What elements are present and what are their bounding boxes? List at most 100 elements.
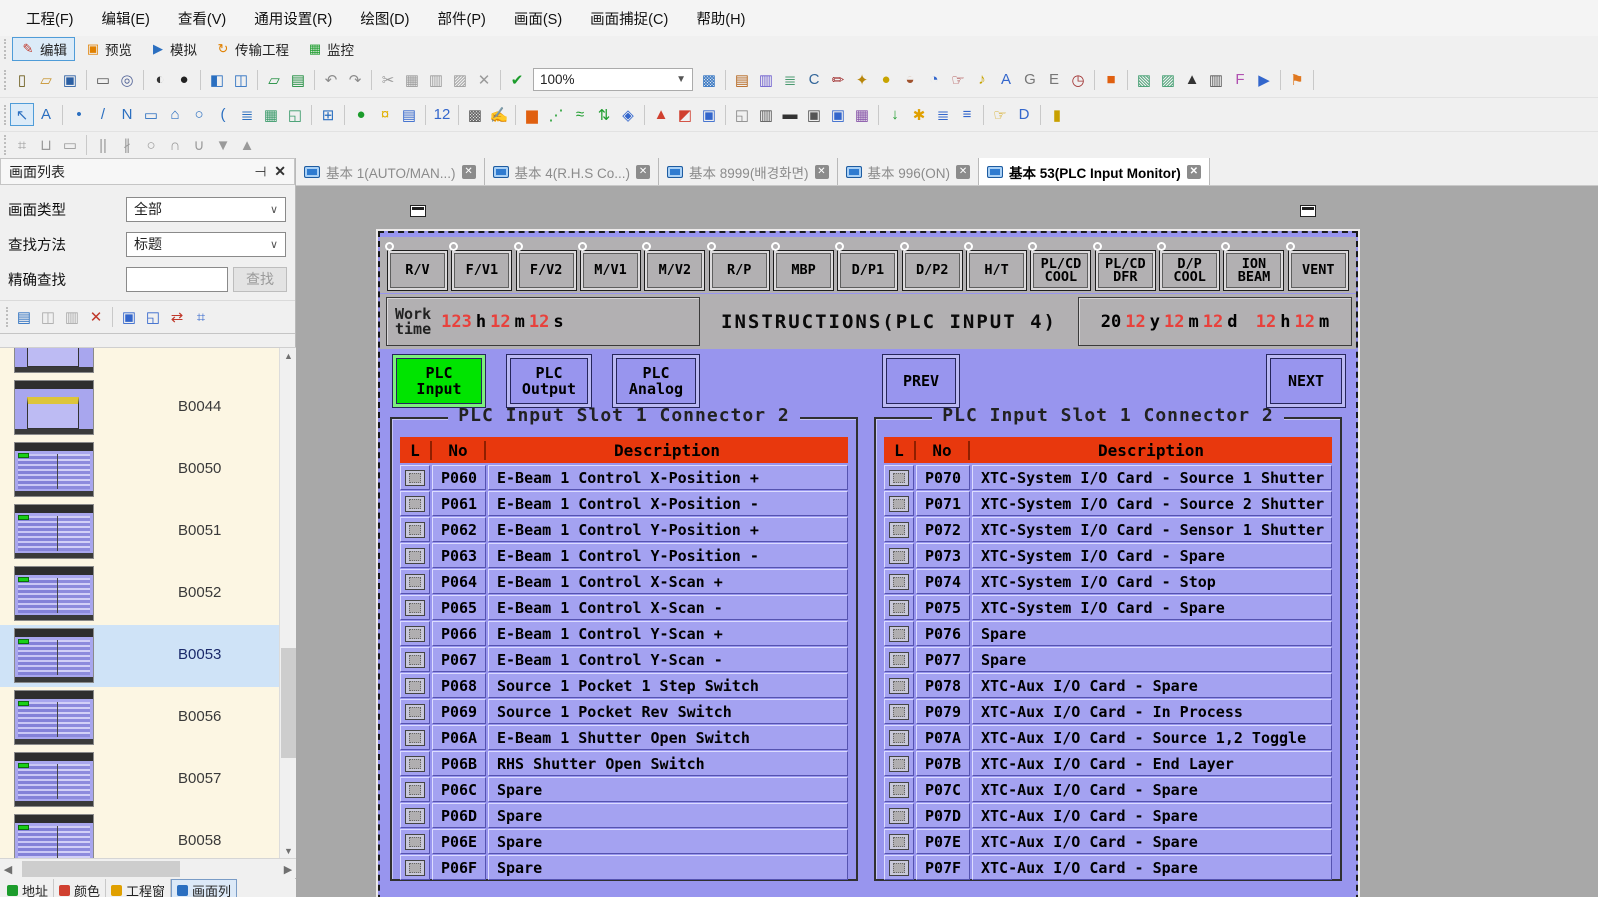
screen-tab[interactable]: 基本 53(PLC Input Monitor)✕	[979, 158, 1210, 185]
mode-button-simulate[interactable]: ▶模拟	[142, 37, 205, 61]
paste-special-icon[interactable]: ▨	[448, 68, 472, 91]
io-row[interactable]: P06CSpare	[400, 777, 848, 802]
lamp-indicator[interactable]	[405, 808, 425, 824]
gt-setup-icon[interactable]: ▤	[730, 68, 754, 91]
screen-monitor-icon[interactable]: ▣	[117, 306, 141, 329]
key-setting-icon[interactable]: ✦	[850, 68, 874, 91]
io-row[interactable]: P065E-Beam 1 Control X-Scan -	[400, 595, 848, 620]
io-row[interactable]: P07DXTC-Aux I/O Card - Spare	[884, 803, 1332, 828]
pin-icon[interactable]: ⊤	[252, 165, 269, 177]
io-row[interactable]: P075XTC-System I/O Card - Spare	[884, 595, 1332, 620]
key-operation-icon[interactable]: ▮	[1045, 103, 1069, 126]
lamp-indicator[interactable]	[405, 574, 425, 590]
hmi-nav-button[interactable]: NEXT	[1266, 354, 1346, 408]
camera-view-icon[interactable]: ▬	[778, 103, 802, 126]
io-row[interactable]: P07FXTC-Aux I/O Card - Spare	[884, 855, 1332, 880]
new-screen-icon[interactable]: ◧	[205, 68, 229, 91]
lamp-indicator[interactable]	[405, 626, 425, 642]
lamp-indicator[interactable]	[889, 756, 909, 772]
capture-front-icon[interactable]: ◐	[148, 68, 172, 91]
vertical-scrollbar[interactable]: ▲ ▼	[279, 348, 296, 858]
statistic-graph-icon[interactable]: ⇅	[592, 103, 616, 126]
tab-close-icon[interactable]: ✕	[956, 165, 970, 179]
coil-icon[interactable]: ○	[139, 134, 163, 157]
io-row[interactable]: P062E-Beam 1 Control Y-Position +	[400, 517, 848, 542]
hmi-top-button[interactable]: F/V1	[451, 250, 512, 291]
new-screen-icon[interactable]: ▤	[12, 306, 36, 329]
io-row[interactable]: P061E-Beam 1 Control X-Position -	[400, 491, 848, 516]
lamp-indicator[interactable]	[889, 470, 909, 486]
tab-close-icon[interactable]: ✕	[636, 165, 650, 179]
table-tool-icon[interactable]: ⊞	[316, 103, 340, 126]
polyline-tool-icon[interactable]: N	[115, 103, 139, 126]
io-row[interactable]: P070XTC-System I/O Card - Source 1 Shutt…	[884, 465, 1332, 490]
horizontal-scrollbar[interactable]: ◀ ▶	[0, 858, 296, 878]
io-row[interactable]: P06FSpare	[400, 855, 848, 880]
screen-list-item[interactable]: B0052	[0, 563, 279, 625]
new-project-icon[interactable]: ▯	[10, 68, 34, 91]
io-row[interactable]: P073XTC-System I/O Card - Spare	[884, 543, 1332, 568]
video-window-icon[interactable]: ▦	[850, 103, 874, 126]
csv-export-icon[interactable]: C	[802, 68, 826, 91]
lamp-indicator[interactable]	[405, 704, 425, 720]
menu-item[interactable]: 工程(F)	[12, 0, 88, 37]
print-icon[interactable]: ▭	[91, 68, 115, 91]
scroll-down-icon[interactable]: ▼	[280, 843, 296, 858]
io-row[interactable]: P066E-Beam 1 Control Y-Scan +	[400, 621, 848, 646]
io-row[interactable]: P06ESpare	[400, 829, 848, 854]
io-row[interactable]: P06BRHS Shutter Open Switch	[400, 751, 848, 776]
hmi-top-button[interactable]: D/P2	[902, 250, 963, 291]
io-row[interactable]: P076Spare	[884, 621, 1332, 646]
lamp-indicator[interactable]	[889, 574, 909, 590]
lamp-indicator[interactable]	[889, 782, 909, 798]
lamp-indicator[interactable]	[889, 548, 909, 564]
io-row[interactable]: P07BXTC-Aux I/O Card - End Layer	[884, 751, 1332, 776]
global-e-icon[interactable]: E	[1042, 68, 1066, 91]
lamp-indicator[interactable]	[889, 730, 909, 746]
open-project-icon[interactable]: ▱	[34, 68, 58, 91]
data-change-icon[interactable]: ◒	[898, 68, 922, 91]
minimized-window-icon[interactable]	[1300, 205, 1316, 217]
lamp-indicator[interactable]	[405, 522, 425, 538]
hmi-top-button[interactable]: M/V2	[644, 250, 705, 291]
arc-tool-icon[interactable]: (	[211, 103, 235, 126]
copy-icon[interactable]: ▦	[400, 68, 424, 91]
editor-canvas[interactable]: R/VF/V1F/V2M/V1M/V2R/PMBPD/P1D/P2H/TPL/C…	[296, 186, 1598, 897]
mode-button-transfer-project[interactable]: ↻传输工程	[207, 37, 297, 61]
meter-part-icon[interactable]: ◈	[616, 103, 640, 126]
io-row[interactable]: P067E-Beam 1 Control Y-Scan -	[400, 647, 848, 672]
paste-icon[interactable]: ▥	[424, 68, 448, 91]
screen-list-item[interactable]: B0056	[0, 687, 279, 749]
sidebar-tab[interactable]: 颜色	[54, 879, 106, 897]
screen-tab[interactable]: 基本 4(R.H.S Co...)✕	[485, 158, 660, 185]
text-tool-icon[interactable]: A	[34, 103, 58, 126]
sound-icon[interactable]: ♪	[970, 68, 994, 91]
lamp-indicator[interactable]	[889, 704, 909, 720]
hmi-top-button[interactable]: ION BEAM	[1223, 250, 1284, 291]
monitor-graph-icon[interactable]: ▣	[802, 103, 826, 126]
alarm-lamp-icon[interactable]: ▲	[649, 103, 673, 126]
copy-screen-icon[interactable]: ◫	[229, 68, 253, 91]
launch-icon[interactable]: ▲	[1180, 68, 1204, 91]
screen-list-item[interactable]: B0057	[0, 749, 279, 811]
scale-tool-icon[interactable]: ≣	[235, 103, 259, 126]
switch-part-icon[interactable]: ●	[349, 103, 373, 126]
hmi-nav-button[interactable]: PLC Output	[506, 354, 592, 408]
hmi-top-button[interactable]: R/P	[709, 250, 770, 291]
hmi-top-button[interactable]: F/V2	[516, 250, 577, 291]
lamp-indicator[interactable]	[405, 834, 425, 850]
io-row[interactable]: P06AE-Beam 1 Shutter Open Switch	[400, 725, 848, 750]
doc-convert-icon[interactable]: ✏	[826, 68, 850, 91]
io-row[interactable]: P068Source 1 Pocket 1 Step Switch	[400, 673, 848, 698]
lamp-indicator[interactable]	[889, 496, 909, 512]
image-tool-icon[interactable]: ▦	[259, 103, 283, 126]
window-transfer-icon[interactable]: ↓	[883, 103, 907, 126]
lamp-indicator[interactable]	[405, 470, 425, 486]
io-row[interactable]: P079XTC-Aux I/O Card - In Process	[884, 699, 1332, 724]
import-package-icon[interactable]: ▱	[262, 68, 286, 91]
lamp-indicator[interactable]	[889, 808, 909, 824]
hmi-screen[interactable]: R/VF/V1F/V2M/V1M/V2R/PMBPD/P1D/P2H/TPL/C…	[378, 231, 1358, 897]
color-palette-icon[interactable]: ■	[1099, 68, 1123, 91]
timer-on-icon[interactable]: ∩	[163, 134, 187, 157]
screen-windows-icon[interactable]: ◱	[141, 306, 165, 329]
